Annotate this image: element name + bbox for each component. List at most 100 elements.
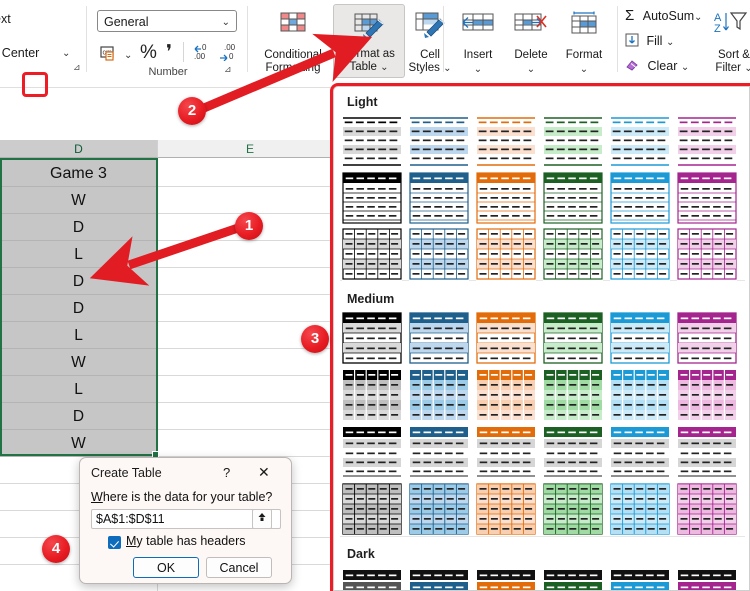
cell-d3[interactable]: D — [0, 214, 157, 241]
cell-d9[interactable]: L — [0, 376, 157, 403]
table-style-light-r1-c6[interactable] — [677, 115, 737, 169]
table-style-light-r3-c4[interactable] — [543, 227, 603, 281]
table-style-medium-r3-c1[interactable] — [342, 425, 402, 479]
conditional-formatting-button[interactable]: Conditional Formatting — [257, 4, 329, 78]
cell-d7[interactable]: L — [0, 322, 157, 349]
sort-and-filter-button[interactable]: A Z Sort & Filter ⌄ — [706, 4, 750, 78]
accounting-number-format-icon[interactable]: cm — [100, 45, 120, 68]
format-cells-button[interactable]: Format ⌄ — [556, 4, 612, 78]
clear-chevron-down-icon[interactable]: ⌄ — [681, 62, 689, 73]
number-dialog-launcher-icon[interactable]: ⊿ — [224, 64, 235, 75]
autosum-button[interactable]: Σ AutoSum — [625, 7, 694, 24]
table-style-dark-r1-c2[interactable] — [409, 568, 469, 590]
table-style-medium-r4-c5[interactable] — [610, 482, 670, 536]
table-style-dark-r1-c6[interactable] — [677, 568, 737, 590]
cancel-button[interactable]: Cancel — [206, 557, 272, 578]
table-style-medium-r3-c3[interactable] — [476, 425, 536, 479]
table-style-light-r2-c1[interactable] — [342, 171, 402, 225]
cell-d11[interactable]: W — [0, 430, 157, 457]
cell-d4[interactable]: L — [0, 241, 157, 268]
table-style-light-r1-c4[interactable] — [543, 115, 603, 169]
delete-chevron-down-icon[interactable]: ⌄ — [503, 63, 559, 76]
table-style-medium-r1-c6[interactable] — [677, 311, 737, 365]
table-style-light-r1-c2[interactable] — [409, 115, 469, 169]
table-style-medium-r3-c4[interactable] — [543, 425, 603, 479]
percent-style-button[interactable]: % — [140, 42, 157, 64]
collapse-dialog-icon[interactable] — [252, 509, 272, 529]
cell-e2[interactable] — [158, 187, 343, 214]
cell-d6[interactable]: D — [0, 295, 157, 322]
my-table-has-headers-checkbox[interactable] — [108, 536, 121, 549]
delete-cells-button[interactable]: Delete ⌄ — [503, 4, 559, 78]
ok-button[interactable]: OK — [133, 557, 199, 578]
number-format-combo[interactable]: General ⌄ — [97, 10, 237, 32]
cell-e8[interactable] — [158, 349, 343, 376]
table-style-medium-r2-c6[interactable] — [677, 368, 737, 422]
cell-d1[interactable]: Game 3 — [0, 160, 157, 187]
table-style-medium-r3-c2[interactable] — [409, 425, 469, 479]
table-style-medium-r3-c5[interactable] — [610, 425, 670, 479]
increase-decimal-icon[interactable]: 0 .00 — [192, 43, 214, 66]
cell-e9[interactable] — [158, 376, 343, 403]
close-icon[interactable]: ✕ — [258, 464, 270, 481]
table-style-light-r2-c4[interactable] — [543, 171, 603, 225]
table-style-medium-r1-c5[interactable] — [610, 311, 670, 365]
accounting-format-chevron-down-icon[interactable]: ⌄ — [124, 50, 132, 61]
table-style-medium-r4-c6[interactable] — [677, 482, 737, 536]
decrease-decimal-icon[interactable]: .00 0 — [218, 43, 240, 66]
cell-e6[interactable] — [158, 295, 343, 322]
table-style-light-r3-c2[interactable] — [409, 227, 469, 281]
fill-button[interactable]: Fill ⌄ — [625, 33, 674, 48]
column-header-d[interactable]: D — [0, 140, 158, 158]
clear-button[interactable]: Clear ⌄ — [625, 58, 689, 73]
cell-e11[interactable] — [158, 430, 343, 457]
autosum-chevron-down-icon[interactable]: ⌄ — [694, 12, 702, 23]
table-style-dark-r1-c5[interactable] — [610, 568, 670, 590]
table-style-light-r2-c2[interactable] — [409, 171, 469, 225]
table-style-light-r2-c3[interactable] — [476, 171, 536, 225]
table-style-light-r3-c6[interactable] — [677, 227, 737, 281]
table-style-medium-r2-c1[interactable] — [342, 368, 402, 422]
cell-e1[interactable] — [158, 160, 343, 187]
table-style-medium-r2-c4[interactable] — [543, 368, 603, 422]
table-style-medium-r4-c3[interactable] — [476, 482, 536, 536]
table-styles-gallery[interactable]: Light Medium Dark — [333, 86, 750, 591]
table-style-dark-r1-c3[interactable] — [476, 568, 536, 590]
cell-e4[interactable] — [158, 241, 343, 268]
table-style-medium-r4-c4[interactable] — [543, 482, 603, 536]
table-style-medium-r2-c3[interactable] — [476, 368, 536, 422]
number-format-chevron-down-icon[interactable]: ⌄ — [222, 14, 230, 32]
alignment-dialog-launcher-icon[interactable]: ⊿ — [73, 62, 84, 73]
table-style-medium-r3-c6[interactable] — [677, 425, 737, 479]
cell-e10[interactable] — [158, 403, 343, 430]
insert-chevron-down-icon[interactable]: ⌄ — [450, 63, 506, 76]
table-style-light-r3-c3[interactable] — [476, 227, 536, 281]
insert-cells-button[interactable]: Insert ⌄ — [450, 4, 506, 78]
table-style-medium-r4-c2[interactable] — [409, 482, 469, 536]
table-style-medium-r1-c4[interactable] — [543, 311, 603, 365]
cell-d5[interactable]: D — [0, 268, 157, 295]
table-style-dark-r1-c4[interactable] — [543, 568, 603, 590]
sort-filter-chevron-down-icon[interactable]: ⌄ — [744, 63, 750, 74]
help-icon[interactable]: ? — [223, 465, 230, 480]
table-style-medium-r1-c3[interactable] — [476, 311, 536, 365]
table-style-light-r1-c1[interactable] — [342, 115, 402, 169]
table-style-medium-r4-c1[interactable] — [342, 482, 402, 536]
table-style-light-r3-c5[interactable] — [610, 227, 670, 281]
table-style-dark-r1-c1[interactable] — [342, 568, 402, 590]
merge-center-chevron-down-icon[interactable]: ⌄ — [62, 48, 70, 59]
cell-d10[interactable]: D — [0, 403, 157, 430]
table-style-light-r1-c5[interactable] — [610, 115, 670, 169]
table-style-light-r2-c5[interactable] — [610, 171, 670, 225]
format-chevron-down-icon[interactable]: ⌄ — [556, 63, 612, 76]
comma-style-button[interactable]: ❜ — [166, 41, 172, 64]
cell-e5[interactable] — [158, 268, 343, 295]
format-as-table-chevron-down-icon[interactable]: ⌄ — [380, 62, 388, 73]
table-style-light-r3-c1[interactable] — [342, 227, 402, 281]
table-style-light-r2-c6[interactable] — [677, 171, 737, 225]
table-style-medium-r1-c2[interactable] — [409, 311, 469, 365]
table-style-light-r1-c3[interactable] — [476, 115, 536, 169]
cell-d8[interactable]: W — [0, 349, 157, 376]
table-style-medium-r2-c2[interactable] — [409, 368, 469, 422]
fill-chevron-down-icon[interactable]: ⌄ — [666, 37, 674, 48]
